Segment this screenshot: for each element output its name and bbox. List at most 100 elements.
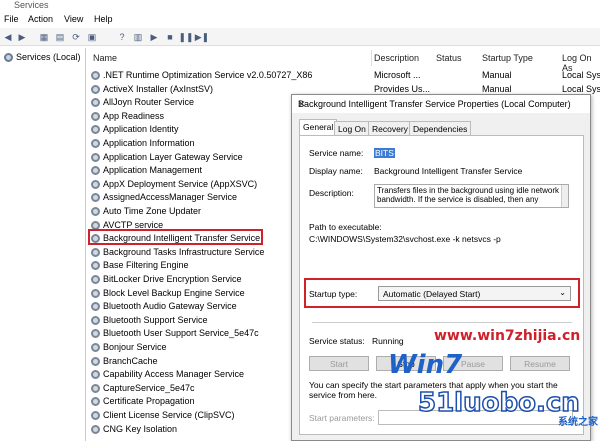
service-name-cell: BranchCache <box>103 355 158 366</box>
service-gear-icon <box>91 356 100 366</box>
column-header-status[interactable]: Status <box>436 53 462 63</box>
service-gear-icon <box>91 424 100 434</box>
service-gear-icon <box>91 315 100 325</box>
service-gear-icon <box>91 383 100 393</box>
restart-service-icon[interactable]: ▶❚ <box>195 31 209 43</box>
service-name-cell: AllJoyn Router Service <box>103 97 195 108</box>
path-value[interactable]: C:\WINDOWS\System32\svchost.exe -k netsv… <box>309 234 501 244</box>
divider <box>312 322 572 323</box>
service-name-cell: Base Filtering Engine <box>103 260 189 271</box>
service-gear-icon <box>91 247 100 257</box>
service-name-cell: Bluetooth Support Service <box>103 314 208 325</box>
pause-service-icon[interactable]: ❚❚ <box>178 31 193 43</box>
service-name-cell: Application Layer Gateway Service <box>103 151 243 162</box>
chevron-down-icon: ⌄ <box>559 288 566 297</box>
service-name-cell: Application Information <box>103 138 195 148</box>
tab-general[interactable]: General <box>299 119 338 136</box>
description-scrollbar[interactable] <box>561 185 568 207</box>
tab-log-on[interactable]: Log On <box>334 121 370 135</box>
service-gear-icon <box>91 111 100 121</box>
window-title: Services <box>14 0 49 10</box>
menu-bar: File Action View Help <box>0 12 600 27</box>
start-button[interactable]: Start <box>309 356 369 371</box>
service-name-value[interactable]: BITS <box>374 148 395 158</box>
refresh-icon[interactable]: ⟳ <box>70 31 82 43</box>
console-tree-icon[interactable]: ▦ <box>38 31 50 43</box>
stop-service-icon[interactable]: ■ <box>164 31 176 43</box>
service-gear-icon <box>91 329 100 339</box>
service-name-cell: Client License Service (ClipSVC) <box>103 410 235 420</box>
service-name-cell: Block Level Backup Engine Service <box>103 287 245 298</box>
service-gear-icon <box>91 125 100 135</box>
column-header-description[interactable]: Description <box>374 53 419 63</box>
startup-type-value: Automatic (Delayed Start) <box>383 289 481 299</box>
service-description-cell: Microsoft ... <box>374 70 421 80</box>
path-label: Path to executable: <box>309 222 382 232</box>
start-service-icon[interactable]: ▶ <box>148 31 160 43</box>
service-gear-icon <box>91 261 100 271</box>
tab-recovery[interactable]: Recovery <box>368 121 412 135</box>
export-icon[interactable]: ▣ <box>86 31 98 43</box>
column-header-startup-type[interactable]: Startup Type <box>482 53 533 63</box>
tab-dependencies[interactable]: Dependencies <box>409 121 472 135</box>
service-name-cell: AppX Deployment Service (AppXSVC) <box>103 178 258 189</box>
service-startup-cell: Manual <box>482 83 512 94</box>
watermark-url: www.win7zhijia.cn <box>434 328 581 344</box>
service-gear-icon <box>91 397 100 407</box>
help-icon[interactable]: ? <box>116 31 128 43</box>
service-gear-icon <box>91 193 100 203</box>
dialog-titlebar: Background Intelligent Transfer Service … <box>292 95 590 113</box>
service-name-cell: .NET Runtime Optimization Service v2.0.5… <box>103 70 313 80</box>
service-name-cell: Application Identity <box>103 124 179 135</box>
console-tree: Services (Local) <box>0 48 86 441</box>
column-separator[interactable] <box>371 50 372 66</box>
service-name-cell: Bonjour Service <box>103 342 167 352</box>
service-name-cell: Background Tasks Infrastructure Service <box>103 246 265 257</box>
description-label: Description: <box>309 188 354 198</box>
service-name-cell: ActiveX Installer (AxInstSV) <box>103 83 214 94</box>
highlight-box-bits-row <box>88 229 263 245</box>
watermark-brand-cn: 系统之家 <box>558 417 598 428</box>
back-arrow-icon[interactable]: ◀ <box>2 31 14 43</box>
service-gear-icon <box>91 84 100 94</box>
table-row[interactable]: .NET Runtime Optimization Service v2.0.5… <box>87 69 600 82</box>
service-name-cell: CNG Key Isolation <box>103 423 178 434</box>
window-titlebar: Services <box>0 0 600 12</box>
menu-action[interactable]: Action <box>28 14 53 24</box>
watermark-logo: Win7 <box>388 350 463 380</box>
service-logon-cell: Local Syste <box>562 83 600 94</box>
service-name-cell: Bluetooth Audio Gateway Service <box>103 301 237 312</box>
service-gear-icon <box>91 343 100 352</box>
menu-help[interactable]: Help <box>94 14 113 24</box>
watermark-brand: 51luobo.cn <box>417 387 580 419</box>
tree-node-services-local[interactable]: Services (Local) <box>4 52 81 62</box>
description-text: Transfers files in the background using … <box>377 186 560 204</box>
properties-icon[interactable]: ▥ <box>132 31 144 43</box>
service-description-cell: Provides Us... <box>374 83 431 94</box>
service-gear-icon <box>91 288 100 298</box>
service-gear-icon <box>91 139 100 148</box>
menu-file[interactable]: File <box>4 14 19 24</box>
close-icon[interactable]: ✕ <box>298 99 584 110</box>
startup-type-dropdown[interactable]: Automatic (Delayed Start) ⌄ <box>378 286 571 301</box>
service-name-label: Service name: <box>309 148 364 158</box>
display-name-label: Display name: <box>309 166 363 176</box>
description-textbox[interactable]: Transfers files in the background using … <box>374 184 569 208</box>
service-status-label: Service status: <box>309 336 365 346</box>
list-view-icon[interactable]: ▤ <box>54 31 66 43</box>
service-gear-icon <box>91 152 100 162</box>
service-name-cell: Certificate Propagation <box>103 396 195 407</box>
menu-view[interactable]: View <box>64 14 83 24</box>
services-gear-icon <box>4 52 13 62</box>
service-gear-icon <box>91 370 100 380</box>
service-name-cell: Bluetooth User Support Service_5e47c <box>103 328 259 339</box>
column-header-name[interactable]: Name <box>93 53 117 63</box>
service-name-cell: AssignedAccessManager Service <box>103 192 238 203</box>
display-name-value[interactable]: Background Intelligent Transfer Service <box>374 166 522 176</box>
forward-arrow-icon[interactable]: ▶ <box>16 31 28 43</box>
service-name-cell: BitLocker Drive Encryption Service <box>103 274 242 284</box>
service-gear-icon <box>91 207 100 216</box>
service-gear-icon <box>91 71 100 80</box>
service-gear-icon <box>91 302 100 312</box>
service-name-cell: Auto Time Zone Updater <box>103 206 202 216</box>
